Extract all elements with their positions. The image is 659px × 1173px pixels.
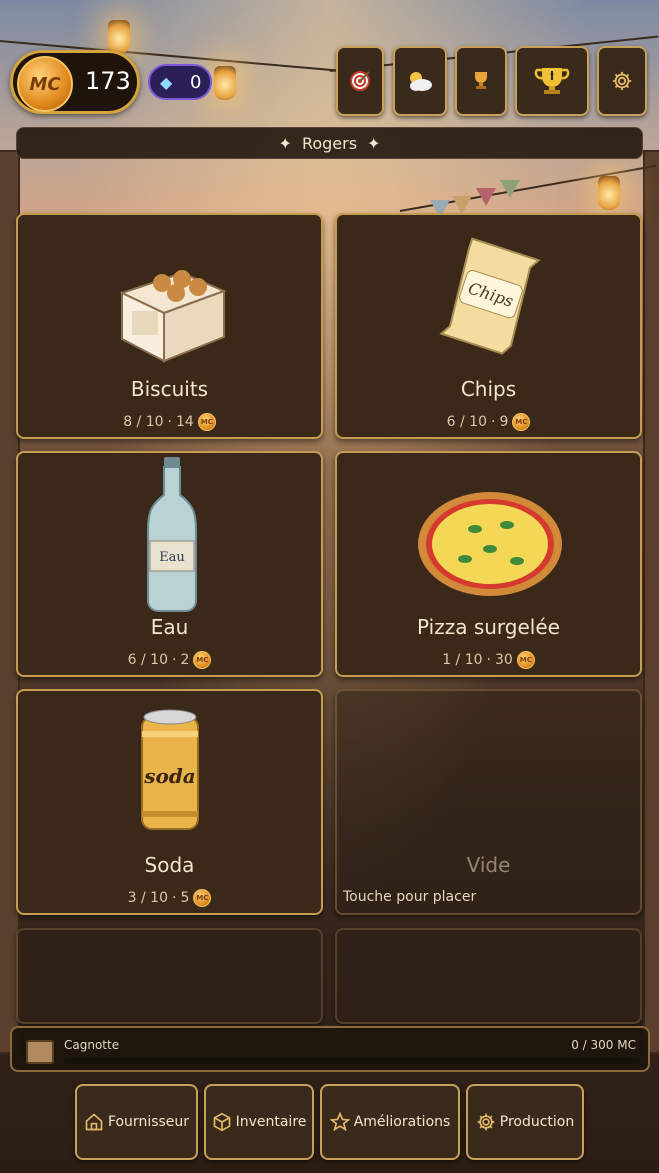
coin-balance: MC 173: [10, 50, 140, 114]
item-stats: 1 / 10 · 30 MC: [337, 651, 640, 669]
owner-name: Rogers: [301, 133, 358, 153]
coin-icon: MC: [516, 651, 535, 669]
item-price: 5: [180, 890, 190, 906]
jackpot-label: Cagnotte: [64, 1038, 120, 1052]
pizza-icon: [418, 492, 562, 596]
item-title: Biscuits: [130, 377, 209, 401]
coin-count: 173: [85, 67, 131, 95]
trophy-button[interactable]: [455, 46, 507, 116]
water-bottle-icon: Eau: [147, 457, 197, 612]
weather-icon: [410, 72, 432, 91]
item-stats: 8 / 10 · 14 MC: [18, 413, 321, 431]
item-stats: 6 / 10 · 2 MC: [18, 651, 321, 669]
gear-icon: [477, 1113, 495, 1131]
stock-count: 6 / 10: [446, 414, 487, 430]
item-stats: 3 / 10 · 5 MC: [18, 889, 321, 907]
stock-count: 8 / 10: [123, 414, 164, 430]
home-icon: [85, 1113, 103, 1131]
coin-icon: MC: [193, 651, 212, 669]
gem-balance: ◆ 0: [148, 64, 212, 100]
stock-count: 3 / 10: [127, 890, 168, 906]
coin-icon: MC: [17, 56, 73, 112]
ranking-button[interactable]: [515, 46, 589, 116]
production-label: Production: [499, 1114, 575, 1130]
chips-bag-icon: Chips: [439, 237, 541, 355]
item-title: Soda: [144, 853, 195, 877]
shelf-slot-water[interactable]: Eau Eau 6 / 10 · 2 MC: [16, 451, 323, 677]
settings-button[interactable]: [597, 46, 647, 116]
empty-slot-title: Vide: [466, 853, 511, 877]
biscuits-icon: [119, 270, 227, 363]
jackpot-progress: [64, 1058, 640, 1064]
stock-count: 6 / 10: [127, 652, 168, 668]
cup-icon: [534, 68, 570, 94]
star-icon: ✦: [278, 133, 292, 153]
trophy-icon: [475, 72, 487, 89]
shelf-slot-pizza[interactable]: Pizza surgelée 1 / 10 · 30 MC: [335, 451, 642, 677]
box-icon: [213, 1112, 230, 1132]
upgrades-button[interactable]: Améliorations: [320, 1084, 460, 1160]
shelf-slot-locked[interactable]: [335, 928, 642, 1024]
shelf-slot-chips[interactable]: Chips Chips 6 / 10 · 9 MC: [335, 213, 642, 439]
weather-button[interactable]: [393, 46, 447, 116]
item-price: 9: [499, 414, 509, 430]
stock-count: 1 / 10: [442, 652, 483, 668]
coin-icon: MC: [512, 413, 531, 431]
item-title: Chips: [460, 377, 517, 401]
shelf-slot-locked[interactable]: [16, 928, 323, 1024]
lantern-decoration: [108, 20, 130, 54]
item-price: 30: [494, 652, 513, 668]
gem-count: 0: [190, 72, 202, 93]
bottle-label: Eau: [159, 550, 185, 565]
chest-icon: [26, 1040, 54, 1064]
inventory-button[interactable]: Inventaire: [204, 1084, 314, 1160]
jackpot-value: 0 / 300 MC: [571, 1038, 636, 1052]
shelf-slot-empty[interactable]: Vide Touche pour placer: [335, 689, 642, 915]
lantern-decoration: [598, 176, 620, 210]
gear-icon: [612, 71, 632, 91]
jackpot-bar: Cagnotte 0 / 300 MC: [10, 1026, 650, 1072]
item-title: Eau: [150, 615, 189, 639]
lantern-decoration: [214, 66, 236, 100]
star-icon: ✦: [367, 133, 381, 153]
empty-slot-hint: Touche pour placer: [343, 889, 477, 905]
diamond-icon: ◆: [160, 73, 173, 92]
supplier-button[interactable]: Fournisseur: [75, 1084, 198, 1160]
shop-name-bar: ✦ Rogers ✦: [16, 127, 643, 159]
coin-icon: MC: [193, 889, 212, 907]
coin-icon: MC: [197, 413, 216, 431]
item-price: 14: [175, 414, 194, 430]
upgrades-label: Améliorations: [353, 1114, 451, 1130]
supplier-label: Fournisseur: [107, 1114, 190, 1130]
soda-can-icon: soda: [141, 709, 199, 830]
production-button[interactable]: Production: [466, 1084, 584, 1160]
inventory-label: Inventaire: [235, 1114, 307, 1130]
item-title: Pizza surgelée: [417, 615, 560, 639]
shelf-slot-biscuits[interactable]: Biscuits 8 / 10 · 14 MC: [16, 213, 323, 439]
item-price: 2: [180, 652, 190, 668]
can-label: soda: [143, 764, 196, 788]
objectives-button[interactable]: [336, 46, 384, 116]
item-stats: 6 / 10 · 9 MC: [337, 413, 640, 431]
shelf-slot-soda[interactable]: soda Soda 3 / 10 · 5 MC: [16, 689, 323, 915]
star-icon: [329, 1112, 350, 1132]
target-icon: [350, 71, 370, 91]
